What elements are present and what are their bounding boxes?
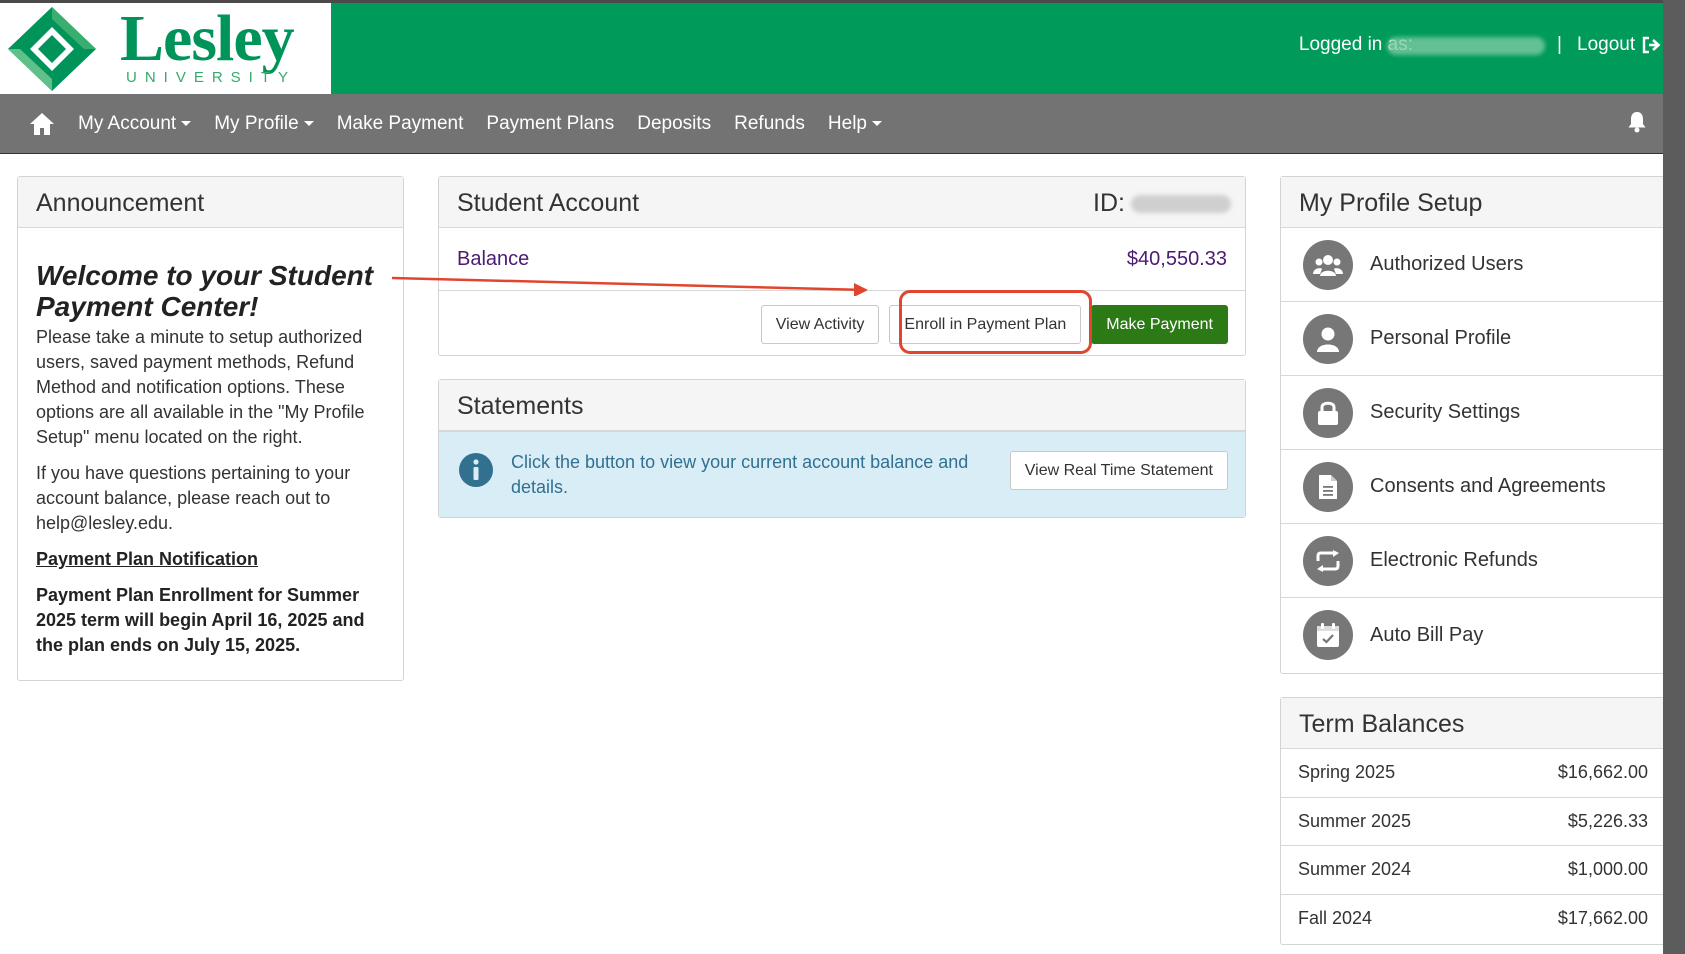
term-balance-row: Summer 2025 $5,226.33 (1281, 798, 1665, 846)
profile-setup-header: My Profile Setup (1281, 177, 1665, 228)
profile-item-auto-bill-pay[interactable]: Auto Bill Pay (1281, 598, 1665, 672)
lock-icon (1303, 387, 1353, 438)
term-balance-row: Summer 2024 $1,000.00 (1281, 846, 1665, 895)
nav-help[interactable]: Help (828, 113, 882, 135)
profile-item-authorized-users[interactable]: Authorized Users (1281, 228, 1665, 302)
chevron-down-icon (872, 121, 882, 126)
logo-mark-icon (8, 7, 96, 91)
view-activity-button[interactable]: View Activity (760, 305, 880, 344)
payment-plan-enrollment-text: Payment Plan Enrollment for Summer 2025 … (36, 585, 365, 655)
statements-panel: Statements Click the button to view your… (438, 379, 1246, 518)
nav-payment-plans[interactable]: Payment Plans (486, 113, 614, 135)
term-name: Summer 2025 (1298, 810, 1412, 831)
user-icon (1303, 313, 1353, 364)
welcome-title: Welcome to your Student Payment Center! (36, 260, 374, 322)
refresh-icon (1303, 535, 1353, 586)
logo-subtitle: UNIVERSITY (126, 69, 297, 86)
term-name: Spring 2025 (1298, 762, 1396, 783)
payment-plan-notification-link[interactable]: Payment Plan Notification (36, 547, 385, 572)
term-amount: $17,662.00 (1557, 908, 1648, 929)
chevron-down-icon (303, 121, 314, 126)
profile-item-label: Personal Profile (1370, 327, 1512, 349)
chevron-down-icon (181, 121, 192, 126)
nav-my-profile[interactable]: My Profile (214, 113, 314, 135)
statements-header: Statements (439, 380, 1245, 431)
profile-item-label: Auto Bill Pay (1370, 623, 1484, 646)
term-balances-header: Term Balances (1281, 698, 1665, 749)
statement-info-alert: Click the button to view your current ac… (439, 431, 1245, 517)
sign-out-icon (1642, 36, 1661, 54)
profile-item-label: Consents and Agreements (1370, 475, 1606, 497)
header-separator: | (1557, 34, 1562, 55)
announcement-paragraph: Please take a minute to setup authorized… (36, 327, 365, 447)
profile-item-label: Authorized Users (1370, 253, 1524, 275)
profile-item-label: Electronic Refunds (1370, 549, 1538, 571)
term-balance-row: Spring 2025 $16,662.00 (1281, 749, 1665, 798)
profile-item-label: Security Settings (1370, 401, 1521, 423)
profile-item-electronic-refunds[interactable]: Electronic Refunds (1281, 524, 1665, 598)
window-frame-right (1663, 0, 1685, 954)
term-amount: $16,662.00 (1557, 762, 1648, 783)
nav-refunds[interactable]: Refunds (734, 113, 805, 135)
users-icon (1303, 239, 1353, 290)
profile-item-security-settings[interactable]: Security Settings (1281, 376, 1665, 450)
profile-item-personal-profile[interactable]: Personal Profile (1281, 302, 1665, 376)
nav-deposits[interactable]: Deposits (637, 113, 711, 135)
document-icon (1303, 461, 1353, 512)
user-name-redacted (1387, 37, 1545, 55)
student-account-panel: Student Account ID: Balance $40,550.33 V… (438, 176, 1246, 356)
logout-link[interactable]: Logout (1577, 34, 1661, 56)
balance-label: Balance (457, 247, 530, 270)
term-balances-panel: Term Balances Spring 2025 $16,662.00 Sum… (1280, 697, 1666, 945)
site-header: Lesley UNIVERSITY Logged in as: | Logout (0, 3, 1685, 94)
student-id-redacted (1131, 194, 1231, 213)
enroll-payment-plan-button[interactable]: Enroll in Payment Plan (889, 305, 1082, 344)
info-icon (458, 452, 494, 493)
term-balance-row: Fall 2024 $17,662.00 (1281, 895, 1665, 944)
logo-word: Lesley (120, 2, 295, 75)
annotation-arrow (391, 276, 868, 296)
calendar-icon (1303, 610, 1353, 660)
student-account-header: Student Account ID: (439, 177, 1245, 228)
statement-info-text: Click the button to view your current ac… (511, 452, 969, 497)
university-logo[interactable]: Lesley UNIVERSITY (0, 3, 331, 94)
student-id: ID: (1093, 189, 1231, 218)
view-real-time-statement-button[interactable]: View Real Time Statement (1009, 451, 1228, 490)
make-payment-button[interactable]: Make Payment (1091, 305, 1228, 344)
profile-item-consents[interactable]: Consents and Agreements (1281, 450, 1665, 524)
announcement-panel: Announcement Welcome to your Student Pay… (17, 176, 404, 681)
announcement-header: Announcement (18, 177, 403, 228)
nav-make-payment[interactable]: Make Payment (337, 113, 464, 135)
announcement-paragraph: If you have questions pertaining to your… (36, 463, 351, 533)
nav-my-account[interactable]: My Account (78, 113, 192, 135)
logout-label: Logout (1577, 34, 1636, 55)
term-name: Fall 2024 (1298, 908, 1373, 929)
balance-value: $40,550.33 (1126, 247, 1227, 270)
main-navbar: My Account My Profile Make Payment Payme… (0, 94, 1663, 154)
bell-icon[interactable] (1627, 111, 1647, 138)
term-amount: $1,000.00 (1567, 859, 1648, 880)
term-name: Summer 2024 (1298, 859, 1412, 880)
profile-setup-panel: My Profile Setup Authorized Users Person… (1280, 176, 1666, 674)
home-icon[interactable] (28, 111, 56, 142)
student-id-label: ID: (1093, 189, 1125, 217)
term-amount: $5,226.33 (1567, 810, 1648, 831)
student-account-title: Student Account (457, 189, 640, 217)
